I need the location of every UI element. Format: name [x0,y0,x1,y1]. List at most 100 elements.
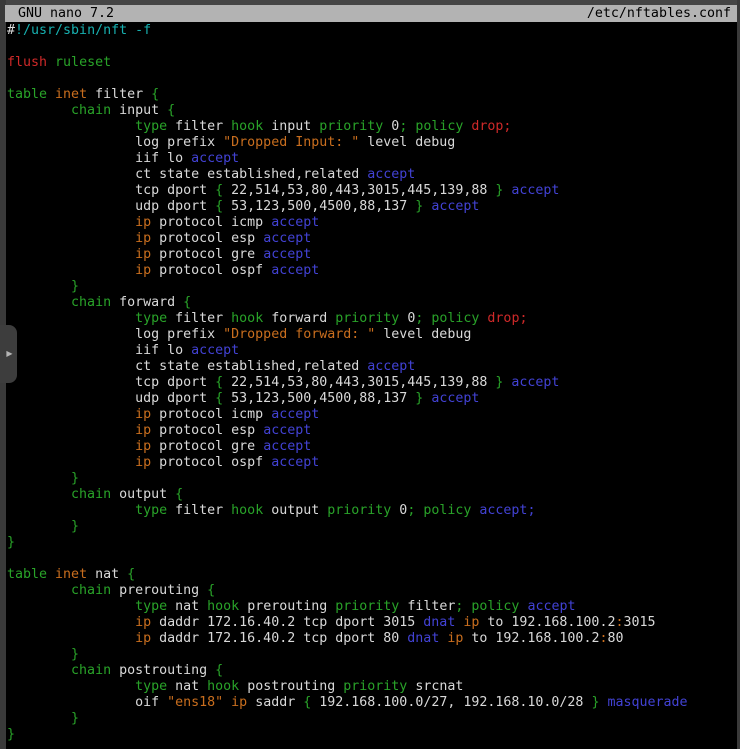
code-segment: ip [135,215,151,230]
code-segment: prerouting [111,583,207,598]
code-segment: "ens18" [167,695,223,710]
code-segment: ip [135,231,151,246]
code-segment: { [207,583,215,598]
code-line: udp dport { 53,123,500,4500,88,137 } acc… [7,199,740,215]
code-line: ip daddr 172.16.40.2 tcp dport 80 dnat i… [7,631,740,647]
code-segment: filter [167,119,231,134]
code-segment: ip [135,439,151,454]
code-segment: hook [207,679,239,694]
code-segment: ip [135,263,151,278]
code-line: chain postrouting { [7,663,740,679]
code-line: iif lo accept [7,151,740,167]
code-segment: { [175,487,183,502]
code-segment: policy [423,503,471,518]
code-segment: { [215,199,223,214]
code-segment: protocol gre [151,439,263,454]
code-segment: # [7,23,15,38]
code-segment: ruleset [55,55,111,70]
code-segment [47,567,55,582]
code-segment: postrouting [239,679,343,694]
code-segment: "Dropped Input: " [223,135,359,150]
code-segment: hook [207,599,239,614]
code-segment: ip [135,455,151,470]
code-segment: priority [343,679,407,694]
code-segment: accept [511,375,559,390]
code-segment: !/usr/sbin/nft -f [15,23,151,38]
code-segment: daddr 172.16.40.2 tcp dport 80 [151,631,407,646]
code-line: ct state established,related accept [7,167,740,183]
code-segment: chain [71,663,111,678]
code-segment [47,87,55,102]
code-segment: output [263,503,327,518]
code-segment: accept [431,199,479,214]
code-segment: filter [167,311,231,326]
code-line: chain forward { [7,295,740,311]
code-segment [7,423,135,438]
code-segment: ct state established,related [7,359,367,374]
code-line: } [7,647,740,663]
code-line: } [7,535,740,551]
code-segment: accept [191,343,239,358]
code-segment: 22,514,53,80,443,3015,445,139,88 [223,375,495,390]
code-line: } [7,711,740,727]
code-segment: iif lo [7,151,191,166]
code-segment: nat [167,679,207,694]
code-segment: log prefix [7,135,223,150]
code-segment [7,599,135,614]
code-segment: hook [231,503,263,518]
code-segment [47,55,55,70]
code-segment: inet [55,567,87,582]
code-line: log prefix "Dropped Input: " level debug [7,135,740,151]
code-segment: input [263,119,319,134]
sidebar-flyout-handle[interactable]: ▶ [0,325,17,383]
file-path: /etc/nftables.conf [587,5,731,22]
code-segment: dnat [423,615,455,630]
editor-content[interactable]: #!/usr/sbin/nft -f flush ruleset table i… [6,23,740,749]
code-segment: accept; [479,503,535,518]
code-segment: 0 [399,311,415,326]
code-segment: type [135,679,167,694]
code-segment: protocol ospf [151,263,271,278]
code-segment: log prefix [7,327,223,342]
code-segment [7,471,71,486]
code-segment: hook [231,311,263,326]
code-segment [7,711,71,726]
code-segment [7,583,71,598]
code-segment: 0 [391,503,407,518]
code-line: ct state established,related accept [7,359,740,375]
code-segment: ip [135,247,151,262]
code-segment: type [135,599,167,614]
code-segment: udp dport [7,391,215,406]
code-segment: priority [327,503,391,518]
code-segment: priority [335,311,399,326]
code-segment: flush [7,55,47,70]
code-segment: } [7,727,15,742]
code-segment: 53,123,500,4500,88,137 [223,199,415,214]
code-segment: ip [447,631,463,646]
code-segment: accept [263,247,311,262]
code-segment [7,663,71,678]
code-segment: level debug [359,135,455,150]
code-segment: protocol esp [151,423,263,438]
code-segment: accept [527,599,575,614]
code-line [7,551,740,567]
code-segment: chain [71,487,111,502]
code-segment: saddr [247,695,303,710]
code-segment: accept [263,423,311,438]
code-segment: accept [263,439,311,454]
code-segment: 192.168.100.0/27, 192.168.10.0/28 [311,695,591,710]
code-segment: { [215,375,223,390]
code-segment [7,295,71,310]
code-segment [7,119,135,134]
app-title: GNU nano 7.2 [18,5,114,22]
code-segment [7,679,135,694]
code-line: ip protocol ospf accept [7,455,740,471]
code-line: type filter hook output priority 0; poli… [7,503,740,519]
code-segment: chain [71,583,111,598]
code-segment [223,695,231,710]
code-segment: policy [471,599,519,614]
code-segment: 53,123,500,4500,88,137 [223,391,415,406]
code-segment: tcp dport [7,375,215,390]
code-segment: prerouting [239,599,335,614]
code-segment [7,503,135,518]
